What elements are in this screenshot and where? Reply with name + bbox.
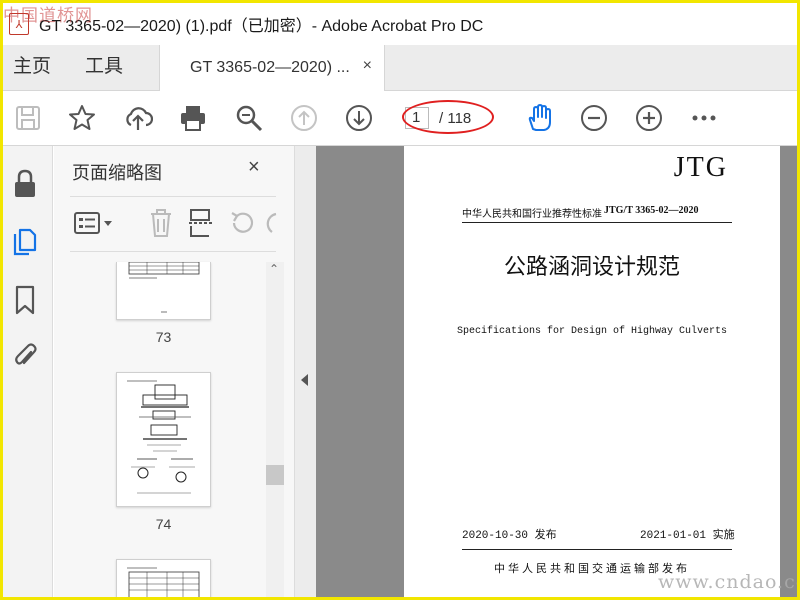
close-tab-button[interactable]: × bbox=[363, 57, 372, 75]
rotate-left-icon[interactable] bbox=[228, 209, 256, 237]
options-menu-icon[interactable] bbox=[74, 210, 114, 238]
page-up-icon[interactable] bbox=[289, 103, 319, 133]
bookmark-icon[interactable] bbox=[11, 284, 39, 316]
scroll-up-arrow-icon[interactable]: ⌃ bbox=[269, 262, 279, 276]
pdf-page: JTG 中华人民共和国行业推荐性标准 JTG/T 3365-02—2020 公路… bbox=[404, 146, 780, 597]
print-icon[interactable] bbox=[178, 103, 208, 133]
app-window: ⅄ GT 3365-02—2020) (1).pdf（已加密）- Adobe A… bbox=[0, 0, 800, 600]
thumbnail-scrollbar[interactable]: ⌃ bbox=[266, 262, 284, 597]
divider bbox=[70, 196, 276, 197]
standard-category: 中华人民共和国行业推荐性标准 bbox=[462, 209, 602, 220]
title-bar: ⅄ GT 3365-02—2020) (1).pdf（已加密）- Adobe A… bbox=[3, 3, 797, 45]
lock-icon[interactable] bbox=[11, 168, 39, 200]
tab-document[interactable]: GT 3365-02—2020) ... × bbox=[159, 45, 385, 91]
thumbnail-page-number: 73 bbox=[155, 329, 172, 345]
document-view[interactable]: JTG 中华人民共和国行业推荐性标准 JTG/T 3365-02—2020 公路… bbox=[316, 146, 797, 597]
divider bbox=[70, 251, 276, 252]
bookmark-star-icon[interactable] bbox=[67, 103, 97, 133]
delete-icon[interactable] bbox=[148, 208, 174, 238]
thumbnail-page-number: 74 bbox=[155, 516, 172, 532]
upload-cloud-icon[interactable] bbox=[123, 103, 154, 133]
tab-tools[interactable]: 工具 bbox=[85, 45, 123, 89]
collapse-arrow-icon[interactable] bbox=[301, 374, 308, 386]
highlight-annotation-oval bbox=[402, 100, 494, 134]
toolbar bbox=[3, 91, 797, 146]
tab-home[interactable]: 主页 bbox=[13, 45, 51, 89]
more-icon[interactable] bbox=[689, 103, 719, 133]
watermark-logo-text: 中国道桥网 bbox=[3, 6, 93, 26]
issue-date: 2020-10-30 发布 bbox=[462, 530, 557, 542]
collapse-panel-strip[interactable] bbox=[294, 146, 316, 597]
window-title: GT 3365-02—2020) (1).pdf（已加密）- Adobe Acr… bbox=[39, 18, 484, 35]
document-title-en: Specifications for Design of Highway Cul… bbox=[456, 326, 728, 337]
thumbnail-page[interactable] bbox=[116, 559, 211, 597]
thumbnail-page[interactable] bbox=[116, 372, 211, 507]
rotate-right-icon[interactable] bbox=[264, 209, 278, 237]
zoom-in-icon[interactable] bbox=[634, 103, 664, 133]
extract-pages-icon[interactable] bbox=[188, 208, 214, 238]
thumbnail-page[interactable] bbox=[116, 261, 211, 320]
zoom-out-icon[interactable] bbox=[579, 103, 609, 133]
document-title-cn: 公路涵洞设计规范 bbox=[503, 255, 680, 280]
hand-tool-icon[interactable] bbox=[524, 103, 554, 133]
effective-date: 2021-01-01 实施 bbox=[640, 530, 735, 542]
standard-code: JTG/T 3365-02—2020 bbox=[604, 205, 699, 216]
footer-rule bbox=[462, 549, 732, 550]
document-tab-label: GT 3365-02—2020) ... bbox=[190, 59, 350, 76]
header-rule bbox=[462, 222, 732, 223]
tab-bar: 主页 工具 GT 3365-02—2020) ... × bbox=[3, 45, 797, 91]
close-panel-button[interactable]: × bbox=[248, 156, 260, 179]
navigation-rail bbox=[3, 146, 53, 597]
panel-title: 页面缩略图 bbox=[72, 163, 162, 183]
save-icon[interactable] bbox=[13, 103, 43, 133]
attachment-icon[interactable] bbox=[11, 340, 39, 372]
scrollbar-thumb[interactable] bbox=[266, 465, 284, 485]
zoom-search-icon[interactable] bbox=[234, 103, 264, 133]
watermark-url-text: www.cndao.com bbox=[658, 571, 797, 593]
page-down-icon[interactable] bbox=[344, 103, 374, 133]
panel-toolbar bbox=[72, 206, 282, 242]
page-thumbnails-panel: 页面缩略图 × 73 74 ⌃ bbox=[54, 146, 294, 597]
pages-icon[interactable] bbox=[11, 226, 39, 258]
jtg-logo-text: JTG bbox=[673, 152, 728, 183]
